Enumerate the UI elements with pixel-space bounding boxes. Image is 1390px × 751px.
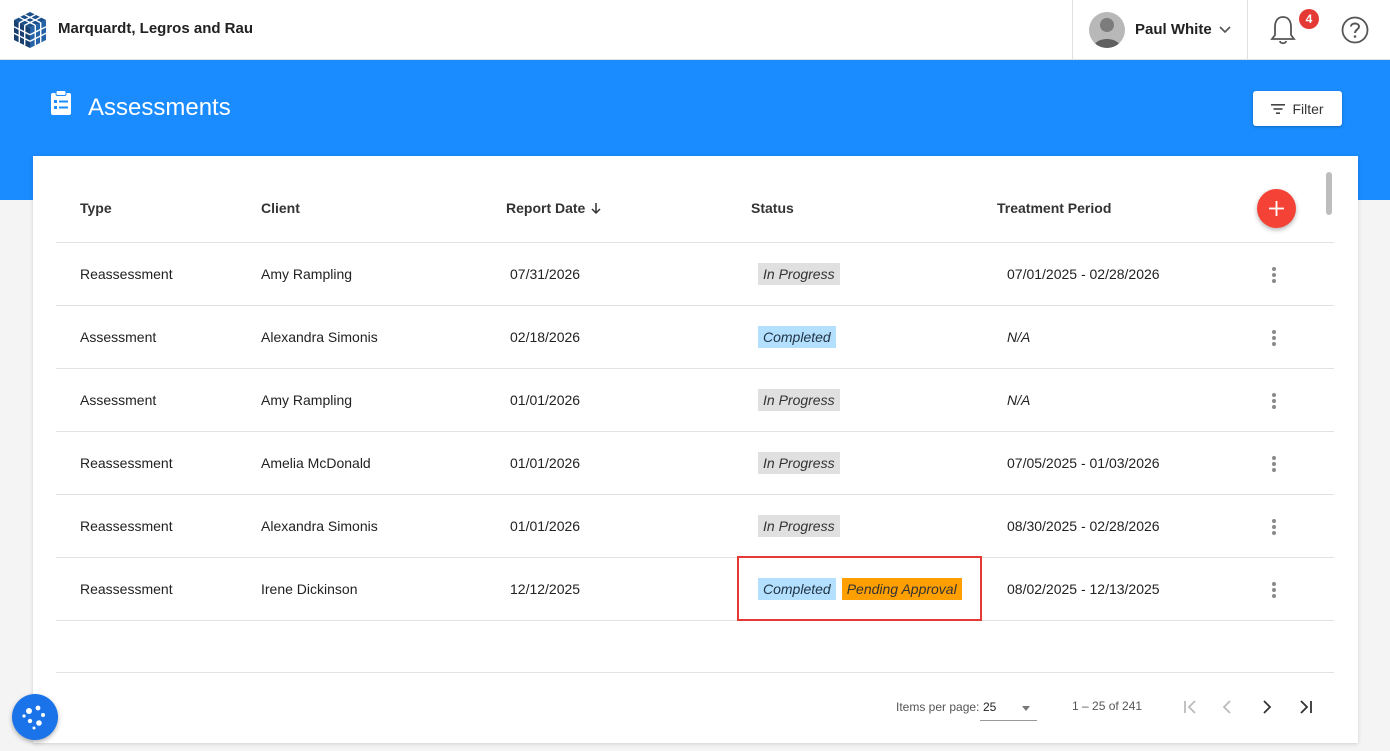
cell-status: In Progress <box>758 263 840 285</box>
cell-client: Alexandra Simonis <box>261 329 378 345</box>
cell-type: Reassessment <box>80 581 173 597</box>
cell-status: In Progress <box>758 515 840 537</box>
more-vert-icon[interactable] <box>1266 391 1282 411</box>
more-vert-icon[interactable] <box>1266 328 1282 348</box>
column-header-status[interactable]: Status <box>751 200 794 216</box>
user-menu[interactable]: Paul White <box>1072 0 1248 60</box>
organization-name: Marquardt, Legros and Rau <box>58 20 254 37</box>
notification-badge: 4 <box>1299 9 1319 29</box>
table-row[interactable]: Assessment Alexandra Simonis 02/18/2026 … <box>56 306 1334 369</box>
cell-treatment-period: 08/30/2025 - 02/28/2026 <box>1007 518 1160 534</box>
table-row[interactable]: Reassessment Irene Dickinson 12/12/2025 … <box>56 558 1334 621</box>
cell-type: Assessment <box>80 329 157 345</box>
cell-client: Amy Rampling <box>261 392 353 408</box>
column-header-report-date[interactable]: Report Date <box>506 200 602 216</box>
dropdown-caret-icon[interactable] <box>1022 706 1030 711</box>
cell-treatment-period: 08/02/2025 - 12/13/2025 <box>1007 581 1160 597</box>
row-divider <box>56 620 1334 621</box>
prev-page-icon[interactable] <box>1216 696 1238 718</box>
column-header-type[interactable]: Type <box>80 200 112 216</box>
cell-treatment-period: N/A <box>1007 392 1031 408</box>
filter-button-label: Filter <box>1292 100 1324 117</box>
cell-status: In Progress <box>758 452 840 474</box>
cell-treatment-period: N/A <box>1007 329 1031 345</box>
table-row[interactable]: Reassessment Amy Rampling 07/31/2026 In … <box>56 243 1334 306</box>
cell-type: Reassessment <box>80 518 173 534</box>
help-icon[interactable] <box>1340 15 1370 45</box>
cell-report-date: 01/01/2026 <box>510 518 581 534</box>
table-row[interactable]: Reassessment Alexandra Simonis 01/01/202… <box>56 495 1334 558</box>
cell-status: Completed <box>758 326 836 348</box>
status-badge: Completed <box>758 326 836 348</box>
scrollbar[interactable] <box>1326 172 1332 215</box>
paginator-divider <box>56 672 1334 673</box>
status-highlight-box <box>737 556 982 621</box>
cell-status: In Progress <box>758 389 840 411</box>
page-title: Assessments <box>88 94 231 121</box>
cell-treatment-period: 07/01/2025 - 02/28/2026 <box>1007 266 1160 282</box>
cell-report-date: 01/01/2026 <box>510 455 581 471</box>
cell-type: Reassessment <box>80 266 173 282</box>
status-badge: In Progress <box>758 452 840 474</box>
status-badge: In Progress <box>758 389 840 411</box>
more-vert-icon[interactable] <box>1266 454 1282 474</box>
avatar <box>1089 12 1125 48</box>
cookie-settings-button[interactable] <box>12 694 58 740</box>
cell-treatment-period: 07/05/2025 - 01/03/2026 <box>1007 455 1160 471</box>
filter-button[interactable]: Filter <box>1253 91 1342 126</box>
status-badge: In Progress <box>758 515 840 537</box>
chevron-down-icon <box>1219 26 1231 34</box>
more-vert-icon[interactable] <box>1266 265 1282 285</box>
last-page-icon[interactable] <box>1294 696 1316 718</box>
add-assessment-button[interactable] <box>1257 189 1296 228</box>
cell-report-date: 02/18/2026 <box>510 329 581 345</box>
cell-report-date: 07/31/2026 <box>510 266 581 282</box>
user-name: Paul White <box>1135 21 1212 38</box>
table-row[interactable]: Reassessment Amelia McDonald 01/01/2026 … <box>56 432 1334 495</box>
first-page-icon[interactable] <box>1180 696 1202 718</box>
cell-client: Alexandra Simonis <box>261 518 378 534</box>
more-vert-icon[interactable] <box>1266 580 1282 600</box>
table-row[interactable]: Assessment Amy Rampling 01/01/2026 In Pr… <box>56 369 1334 432</box>
filter-icon <box>1271 103 1286 114</box>
cookie-icon <box>22 705 45 730</box>
cube-logo-icon[interactable] <box>10 10 50 50</box>
column-header-client[interactable]: Client <box>261 200 300 216</box>
cell-client: Amelia McDonald <box>261 455 371 471</box>
bell-icon[interactable] <box>1268 14 1298 46</box>
cell-client: Amy Rampling <box>261 266 353 282</box>
items-per-page-underline <box>980 720 1037 721</box>
plus-icon <box>1269 201 1284 216</box>
more-vert-icon[interactable] <box>1266 517 1282 537</box>
next-page-icon[interactable] <box>1256 696 1278 718</box>
top-bar: Marquardt, Legros and Rau Paul White 4 <box>0 0 1390 60</box>
cell-type: Assessment <box>80 392 157 408</box>
cell-report-date: 12/12/2025 <box>510 581 581 597</box>
column-header-report-date-label: Report Date <box>506 200 586 216</box>
items-per-page-select[interactable]: 25 <box>983 700 996 714</box>
cell-type: Reassessment <box>80 455 173 471</box>
cell-report-date: 01/01/2026 <box>510 392 581 408</box>
column-header-treatment-period[interactable]: Treatment Period <box>997 200 1111 216</box>
items-per-page-label: Items per page: <box>896 700 980 714</box>
status-badge: In Progress <box>758 263 840 285</box>
arrow-down-icon <box>591 202 601 214</box>
page-range-label: 1 – 25 of 241 <box>1072 699 1143 713</box>
clipboard-list-icon <box>51 90 71 115</box>
cell-client: Irene Dickinson <box>261 581 358 597</box>
